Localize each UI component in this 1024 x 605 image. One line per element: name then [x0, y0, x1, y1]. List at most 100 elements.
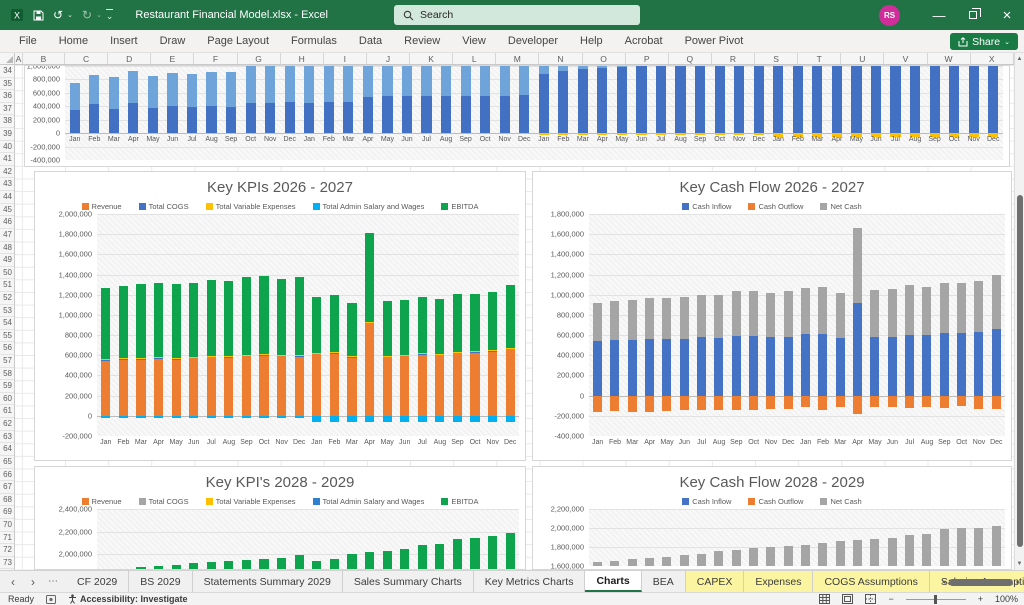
ribbon-tab-review[interactable]: Review — [393, 30, 451, 52]
zoom-slider-thumb[interactable] — [934, 595, 937, 604]
accessibility-status[interactable]: Accessibility: Investigate — [80, 594, 188, 604]
sheet-tab-cf-2029[interactable]: CF 2029 — [66, 571, 129, 592]
search-box[interactable]: Search — [394, 5, 640, 25]
row-header-62[interactable]: 62 — [0, 418, 14, 431]
column-header-m[interactable]: M — [496, 53, 539, 64]
column-header-d[interactable]: D — [108, 53, 151, 64]
row-header-38[interactable]: 38 — [0, 115, 14, 128]
row-header-72[interactable]: 72 — [0, 544, 14, 557]
normal-view-icon[interactable] — [819, 594, 830, 604]
column-header-c[interactable]: C — [65, 53, 108, 64]
zoom-slider[interactable] — [906, 599, 966, 600]
column-header-u[interactable]: U — [841, 53, 884, 64]
row-header-51[interactable]: 51 — [0, 279, 14, 292]
ribbon-tab-view[interactable]: View — [451, 30, 497, 52]
column-header-i[interactable]: I — [324, 53, 367, 64]
sheet-tab-bea[interactable]: BEA — [642, 571, 686, 592]
column-header-e[interactable]: E — [151, 53, 194, 64]
sheet-tab-key-metrics-charts[interactable]: Key Metrics Charts — [474, 571, 586, 592]
restore-button[interactable] — [956, 0, 990, 30]
row-header-71[interactable]: 71 — [0, 532, 14, 545]
zoom-in-button[interactable]: + — [978, 594, 983, 604]
column-header-k[interactable]: K — [410, 53, 453, 64]
ribbon-tab-file[interactable]: File — [8, 30, 48, 52]
undo-icon[interactable]: ↺ — [53, 9, 63, 21]
customize-toolbar-icon[interactable]: ⌄ — [106, 9, 114, 22]
row-header-50[interactable]: 50 — [0, 267, 14, 280]
scroll-down-icon[interactable]: ▼ — [1015, 561, 1024, 567]
ribbon-tab-insert[interactable]: Insert — [99, 30, 149, 52]
sheet-nav-next-icon[interactable]: › — [24, 575, 42, 589]
ribbon-tab-page-layout[interactable]: Page Layout — [196, 30, 280, 52]
ribbon-tab-draw[interactable]: Draw — [149, 30, 197, 52]
ribbon-tab-home[interactable]: Home — [48, 30, 99, 52]
horizontal-scrollbar[interactable]: ◂ ▸ — [942, 575, 1020, 589]
column-header-j[interactable]: J — [367, 53, 410, 64]
row-header-58[interactable]: 58 — [0, 368, 14, 381]
ribbon-tab-data[interactable]: Data — [348, 30, 393, 52]
ribbon-tab-power-pivot[interactable]: Power Pivot — [674, 30, 755, 52]
row-header-37[interactable]: 37 — [0, 103, 14, 116]
row-header-46[interactable]: 46 — [0, 216, 14, 229]
row-header-39[interactable]: 39 — [0, 128, 14, 141]
column-header-s[interactable]: S — [755, 53, 798, 64]
row-header-53[interactable]: 53 — [0, 305, 14, 318]
chart-key-kpis-2028-2029[interactable]: Key KPI's 2028 - 2029RevenueTotal COGSTo… — [34, 466, 526, 570]
ribbon-tab-formulas[interactable]: Formulas — [280, 30, 348, 52]
row-header-47[interactable]: 47 — [0, 229, 14, 242]
row-header-45[interactable]: 45 — [0, 204, 14, 217]
sheet-tab-statements-summary-2029[interactable]: Statements Summary 2029 — [193, 571, 343, 592]
row-header-69[interactable]: 69 — [0, 506, 14, 519]
row-header-35[interactable]: 35 — [0, 78, 14, 91]
sheet-tab-cogs-assumptions[interactable]: COGS Assumptions — [813, 571, 929, 592]
hscroll-right-icon[interactable]: ▸ — [1016, 578, 1020, 586]
sheet-tab-charts[interactable]: Charts — [585, 571, 641, 592]
ribbon-tab-developer[interactable]: Developer — [497, 30, 569, 52]
row-header-60[interactable]: 60 — [0, 393, 14, 406]
row-header-67[interactable]: 67 — [0, 481, 14, 494]
chart-key-cash-flow-2028-2029[interactable]: Key Cash Flow 2028 - 2029Cash InflowCash… — [532, 466, 1012, 570]
column-header-f[interactable]: F — [194, 53, 237, 64]
chart-key-kpis-2026-2027[interactable]: Key KPIs 2026 - 2027RevenueTotal COGSTot… — [34, 171, 526, 461]
chart-monthly-cash-partial[interactable]: 1,000,000800,000600,000400,000200,0000-2… — [24, 65, 1010, 167]
column-header-t[interactable]: T — [798, 53, 841, 64]
chart-key-cash-flow-2026-2027[interactable]: Key Cash Flow 2026 - 2027Cash InflowCash… — [532, 171, 1012, 461]
sheet-tab-sales-summary-charts[interactable]: Sales Summary Charts — [343, 571, 474, 592]
row-header-61[interactable]: 61 — [0, 405, 14, 418]
row-header-70[interactable]: 70 — [0, 519, 14, 532]
row-header-59[interactable]: 59 — [0, 380, 14, 393]
row-header-41[interactable]: 41 — [0, 153, 14, 166]
vertical-scroll-thumb[interactable] — [1017, 195, 1023, 547]
zoom-out-button[interactable]: − — [888, 594, 893, 604]
row-header-36[interactable]: 36 — [0, 90, 14, 103]
row-header-64[interactable]: 64 — [0, 443, 14, 456]
close-button[interactable]: × — [990, 0, 1024, 30]
vertical-scrollbar[interactable]: ▲ ▼ — [1014, 53, 1024, 570]
row-header-56[interactable]: 56 — [0, 342, 14, 355]
row-header-55[interactable]: 55 — [0, 330, 14, 343]
minimize-button[interactable]: — — [922, 0, 956, 30]
row-header-63[interactable]: 63 — [0, 431, 14, 444]
page-layout-view-icon[interactable] — [842, 594, 853, 604]
row-header-54[interactable]: 54 — [0, 317, 14, 330]
row-header-49[interactable]: 49 — [0, 254, 14, 267]
save-icon[interactable] — [33, 10, 44, 21]
hscroll-left-icon[interactable]: ◂ — [942, 578, 946, 586]
row-header-52[interactable]: 52 — [0, 292, 14, 305]
column-header-g[interactable]: G — [238, 53, 281, 64]
sheet-tab-expenses[interactable]: Expenses — [744, 571, 813, 592]
row-header-42[interactable]: 42 — [0, 166, 14, 179]
sheet-tab-capex[interactable]: CAPEX — [686, 571, 745, 592]
row-header-68[interactable]: 68 — [0, 494, 14, 507]
column-header-p[interactable]: P — [626, 53, 669, 64]
column-header-x[interactable]: X — [971, 53, 1014, 64]
sheet-nav-prev-icon[interactable]: ‹ — [4, 575, 22, 589]
column-header-l[interactable]: L — [453, 53, 496, 64]
avatar[interactable]: RS — [879, 5, 900, 26]
undo-dropdown-icon[interactable]: ⌄ — [67, 11, 73, 19]
column-header-v[interactable]: V — [884, 53, 927, 64]
row-header-40[interactable]: 40 — [0, 141, 14, 154]
row-header-44[interactable]: 44 — [0, 191, 14, 204]
sheet-nav-more-icon[interactable]: ⋯ — [44, 576, 62, 587]
page-break-view-icon[interactable] — [865, 594, 876, 604]
